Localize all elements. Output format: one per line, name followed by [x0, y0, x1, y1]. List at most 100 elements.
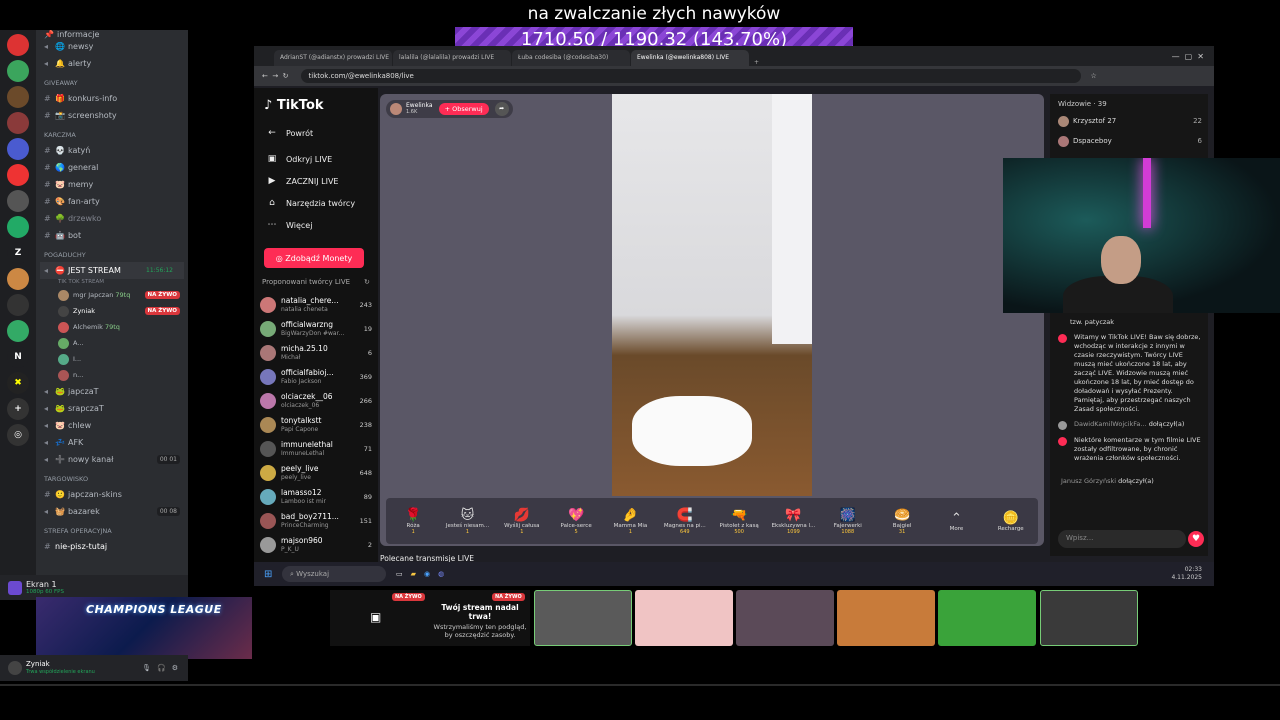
taskbar-search[interactable]: ⌕ Wyszukaj: [282, 566, 386, 582]
channel-informacje[interactable]: 📌 informacje: [36, 30, 188, 39]
add-server-icon[interactable]: +: [7, 398, 29, 420]
creator-row[interactable]: micha.25.10 Michał 6: [260, 342, 372, 364]
live-video-stage[interactable]: Ewelinka 1.6K + Obserwuj ➦ 🌹 Róża 1 🐱 Jest…: [380, 94, 1044, 546]
creator-row[interactable]: immunelethal ImmuneLethal 71: [260, 438, 372, 460]
server-z[interactable]: Z: [7, 242, 29, 264]
channel-katyn[interactable]: # 💀 katyń: [36, 142, 188, 159]
gift-item[interactable]: 🪙 Recharge: [985, 511, 1037, 532]
stream-tile[interactable]: [938, 590, 1036, 646]
stream-tile[interactable]: [736, 590, 834, 646]
server-icon[interactable]: [7, 294, 29, 316]
creator-row[interactable]: natalia_chere... natalia cheneta 243: [260, 294, 372, 316]
voice-user[interactable]: Alchemik 79tq: [36, 319, 188, 335]
url-input[interactable]: tiktok.com/@ewelinka808/live: [300, 69, 1081, 83]
streamer-header[interactable]: Ewelinka 1.6K + Obserwuj ➦: [386, 100, 513, 118]
voice-user[interactable]: mgr Japczan 79tq NA ŻYWO: [36, 287, 188, 303]
stream-tile[interactable]: [534, 590, 632, 646]
gift-item[interactable]: 💋 Wyślij całusa 1: [496, 508, 548, 535]
creator-row[interactable]: officialwarzng BigWarzyDon #war... 19: [260, 318, 372, 340]
channel-fan-arty[interactable]: # 🎨 fan-arty: [36, 193, 188, 210]
category-giveaway[interactable]: GIVEAWAY: [36, 72, 188, 90]
channel-nie-pisz-tutaj[interactable]: # nie-pisz-tutaj: [36, 538, 188, 555]
gear-icon[interactable]: ⚙: [172, 664, 178, 672]
discord-icon[interactable]: ◍: [438, 570, 444, 578]
message-user[interactable]: Janusz Górzyński: [1061, 477, 1116, 486]
gift-item[interactable]: 🎆 Fajerwerki 1088: [822, 508, 874, 535]
server-icon[interactable]: [7, 190, 29, 212]
nav-more[interactable]: ⋯ Więcej: [266, 218, 313, 232]
voice-channel-japczat[interactable]: ◂ 🐸 japczaT: [36, 383, 188, 400]
channel-japczan-skins[interactable]: # 🙂 japczan-skins: [36, 486, 188, 503]
screen-share-preview[interactable]: CHAMPIONS LEAGUE: [36, 597, 252, 659]
voice-user[interactable]: I...: [36, 351, 188, 367]
channel-screenshoty[interactable]: # 📸 screenshoty: [36, 107, 188, 124]
channel-newsy[interactable]: ◂ 🌐 newsy: [36, 38, 188, 55]
channel-memy[interactable]: # 🐷 memy: [36, 176, 188, 193]
creator-row[interactable]: peely_live peely_live 648: [260, 462, 372, 484]
get-coins-button[interactable]: ◎ Zdobądź Monety: [264, 248, 364, 268]
server-icon[interactable]: [7, 268, 29, 290]
gift-item[interactable]: 🔫 Pistolet z kasą 500: [713, 508, 765, 535]
tiktok-logo[interactable]: ♪ TikTok: [264, 98, 324, 113]
channel-drzewko[interactable]: # 🌳 drzewko: [36, 210, 188, 227]
server-icon[interactable]: [7, 34, 29, 56]
creator-row[interactable]: majson960 P_K_U 2: [260, 534, 372, 556]
nav-creator-tools[interactable]: ⌂ Narzędzia twórcy: [266, 196, 355, 210]
refresh-icon[interactable]: ↻: [364, 278, 370, 286]
server-icon[interactable]: [7, 320, 29, 342]
voice-channel-jest-stream[interactable]: ◂ ⛔ JEST STREAM 11:56:12: [40, 262, 184, 279]
heart-icon[interactable]: ♥: [1188, 531, 1204, 547]
creator-row[interactable]: olciaczek__06 olciaczek_06 266: [260, 390, 372, 412]
server-icon[interactable]: [7, 60, 29, 82]
microphone-icon[interactable]: 🎙: [142, 664, 151, 672]
server-icon[interactable]: [7, 216, 29, 238]
server-icon[interactable]: [7, 86, 29, 108]
windows-start-icon[interactable]: ⊞: [264, 569, 272, 580]
category-karczma[interactable]: KARCZMA: [36, 124, 188, 142]
close-icon[interactable]: ✖: [7, 372, 29, 394]
voice-user[interactable]: Zyniak NA ŻYWO: [36, 303, 188, 319]
voice-user[interactable]: A...: [36, 335, 188, 351]
gift-item[interactable]: 🎀 Ekskluzywna l... 1099: [767, 508, 819, 535]
new-tab-icon[interactable]: +: [754, 59, 759, 66]
channel-alerty[interactable]: ◂ 🔔 alerty: [36, 55, 188, 72]
voice-channel-bazarek[interactable]: ◂ 🧺 bazarek 00 08: [36, 503, 188, 520]
channel-general[interactable]: # 🌎 general: [36, 159, 188, 176]
category-strefa-operacyjna[interactable]: STREFA OPERACYJNA: [36, 520, 188, 538]
viewer-row[interactable]: Dspaceboy 6: [1058, 134, 1202, 148]
back-icon[interactable]: ←: [262, 72, 268, 80]
channel-bot[interactable]: # 🤖 bot: [36, 227, 188, 244]
creator-row[interactable]: tonytalkstt Papi Capone 238: [260, 414, 372, 436]
server-icon[interactable]: [7, 138, 29, 160]
headphones-icon[interactable]: 🎧: [157, 664, 166, 672]
creator-row[interactable]: officialfabioj... Fabio Jackson 369: [260, 366, 372, 388]
gift-item[interactable]: 🧲 Magnes na pi... 649: [659, 508, 711, 535]
reload-icon[interactable]: ↻: [283, 72, 289, 80]
server-n[interactable]: N: [7, 346, 29, 368]
avatar[interactable]: [8, 661, 22, 675]
voice-channel-srapczat[interactable]: ◂ 🐸 srapczaT: [36, 400, 188, 417]
voice-channel-nowy-kanal[interactable]: ◂ ➕ nowy kanał 00 01: [36, 451, 188, 468]
chrome-icon[interactable]: ◉: [424, 570, 430, 578]
stream-tile[interactable]: [635, 590, 733, 646]
gift-item[interactable]: 💖 Palce-serce 5: [550, 508, 602, 535]
creator-row[interactable]: bad_boy2711... PrinceCharming 151: [260, 510, 372, 532]
folder-icon[interactable]: ▰: [411, 570, 416, 578]
browser-tab[interactable]: AdrianST (@adianstx) prowadzi LIVE: [274, 50, 392, 66]
stream-tile[interactable]: [837, 590, 935, 646]
gift-item[interactable]: 🌹 Róża 1: [387, 508, 439, 535]
system-clock[interactable]: 02:33 4.11.2025: [1171, 566, 1202, 582]
follow-button[interactable]: + Obserwuj: [438, 103, 489, 115]
gift-item[interactable]: 🥯 Bajgiel 31: [876, 508, 928, 535]
nav-discover-live[interactable]: ▣ Odkryj LIVE: [266, 152, 332, 166]
gift-item[interactable]: ⌃ More: [930, 511, 982, 532]
star-icon[interactable]: ☆: [1091, 72, 1097, 80]
explore-icon[interactable]: ◎: [7, 424, 29, 446]
chat-input[interactable]: Wpisz...: [1058, 530, 1186, 548]
voice-user[interactable]: n...: [36, 367, 188, 383]
voice-channel-chlew[interactable]: ◂ 🐷 chlew: [36, 417, 188, 434]
stream-tile[interactable]: [1040, 590, 1138, 646]
voice-channel-afk[interactable]: ◂ 💤 AFK: [36, 434, 188, 451]
category-targowisko[interactable]: TARGOWISKO: [36, 468, 188, 486]
browser-tab[interactable]: lalalila (@lalalila) prowadzi LIVE: [393, 50, 511, 66]
